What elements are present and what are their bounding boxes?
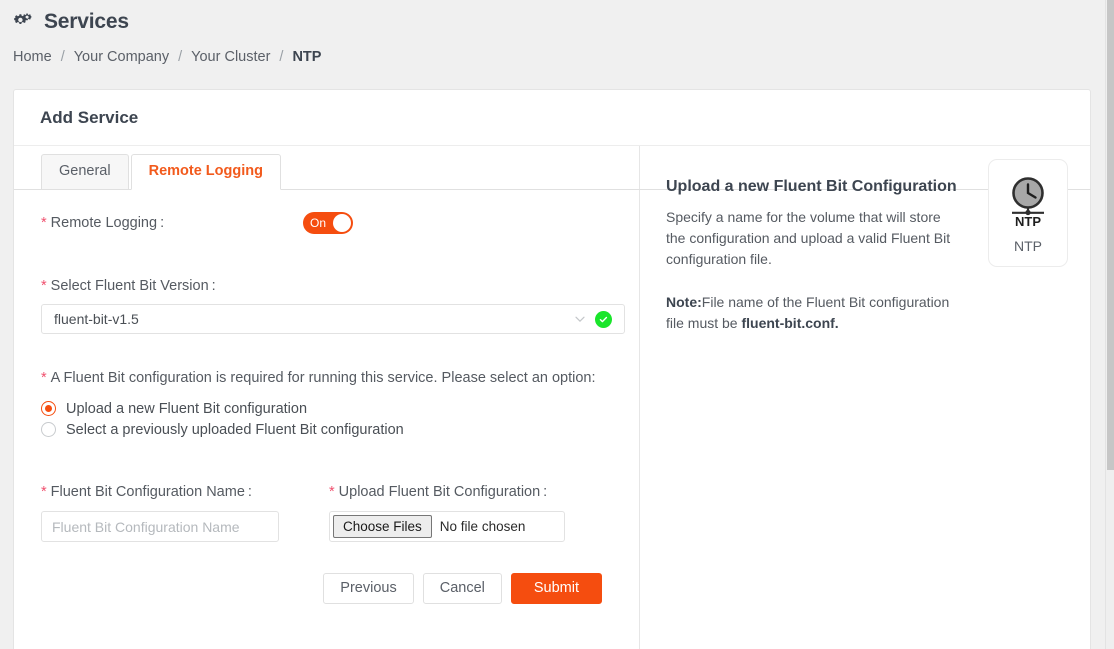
config-fields-row: *Fluent Bit Configuration Name: *Upload … [41, 484, 612, 542]
label-colon: : [211, 278, 216, 294]
add-service-card: Add Service General Remote Logging * Rem… [13, 89, 1091, 649]
config-name-label: * Fluent Bit Configuration Name: [41, 484, 329, 500]
required-asterisk: * [329, 484, 335, 500]
breadcrumb-separator: / [178, 49, 183, 65]
form-column: General Remote Logging * Remote Logging: … [14, 146, 1091, 649]
radio-option-select-existing-label: Select a previously uploaded Fluent Bit … [66, 421, 404, 438]
form-content: * Remote Logging: On * Select Fluent Bit V… [14, 190, 639, 638]
cancel-button[interactable]: Cancel [422, 573, 502, 604]
tab-general-label: General [59, 162, 111, 179]
breadcrumb-item-your-cluster[interactable]: Your Cluster [191, 49, 270, 65]
configuration-option-prompt: * A Fluent Bit configuration is required … [41, 370, 612, 386]
radio-button-unselected-icon[interactable] [41, 422, 56, 437]
card-header: Add Service [14, 90, 1090, 146]
form-actions: Previous Cancel Submit [41, 573, 612, 638]
required-asterisk: * [41, 278, 47, 294]
toggle-state-label: On [310, 216, 327, 230]
config-name-label-text: Fluent Bit Configuration Name [50, 484, 245, 500]
ntp-icon-text: NTP [1015, 214, 1041, 228]
previous-button[interactable]: Previous [323, 573, 414, 604]
submit-button[interactable]: Submit [510, 573, 602, 604]
label-colon: : [160, 215, 165, 231]
radio-option-upload-new-label: Upload a new Fluent Bit configuration [66, 400, 308, 417]
app-page: Services Home / Your Company / Your Clus… [0, 0, 1114, 649]
help-panel: Upload a new Fluent Bit Configuration Sp… [639, 146, 1090, 638]
help-note-label: Note: [666, 293, 702, 310]
gears-icon [13, 10, 37, 32]
help-title: Upload a new Fluent Bit Configuration [666, 178, 957, 195]
fluent-bit-version-label: * Select Fluent Bit Version: [41, 278, 612, 294]
label-colon: : [247, 484, 252, 500]
help-body: Specify a name for the volume that will … [666, 208, 951, 267]
upload-config-block: * Upload Fluent Bit Configuration: Choose… [329, 484, 612, 542]
radio-option-upload-new[interactable]: Upload a new Fluent Bit configuration [41, 398, 612, 419]
fluent-bit-version-value: fluent-bit-v1.5 [54, 311, 139, 327]
required-asterisk: * [41, 215, 47, 231]
chevron-down-icon [574, 313, 586, 325]
config-name-input[interactable] [41, 511, 279, 542]
fluent-bit-version-label-text: Select Fluent Bit Version [50, 278, 209, 294]
file-chosen-status: No file chosen [439, 519, 526, 534]
page-title: Services [44, 9, 129, 33]
upload-config-label: * Upload Fluent Bit Configuration: [329, 484, 612, 500]
remote-logging-label-text: Remote Logging [50, 215, 158, 231]
breadcrumb-item-home[interactable]: Home [13, 49, 52, 65]
service-badge-name: NTP [1014, 238, 1042, 254]
label-colon: : [543, 484, 548, 500]
breadcrumb-item-ntp: NTP [292, 49, 322, 65]
app-header: Services [0, 0, 1114, 42]
tab-general[interactable]: General [41, 153, 129, 190]
remote-logging-row: * Remote Logging: On [41, 210, 612, 236]
configuration-option-prompt-text: A Fluent Bit configuration is required f… [50, 370, 596, 386]
upload-config-label-text: Upload Fluent Bit Configuration [338, 484, 541, 500]
choose-files-button[interactable]: Choose Files [333, 515, 432, 538]
breadcrumb-separator: / [60, 49, 65, 65]
breadcrumb: Home / Your Company / Your Cluster / NTP [0, 42, 1114, 72]
configuration-option-group: Upload a new Fluent Bit configuration Se… [41, 398, 612, 440]
radio-button-selected-icon[interactable] [41, 401, 56, 416]
help-note-filename: fluent-bit.conf. [741, 314, 839, 331]
service-badge-ntp[interactable]: NTP NTP [988, 159, 1068, 267]
remote-logging-toggle[interactable]: On [303, 212, 353, 234]
tab-remote-logging-label: Remote Logging [148, 162, 263, 179]
tab-remote-logging[interactable]: Remote Logging [130, 153, 281, 190]
tab-bar: General Remote Logging [14, 146, 1091, 190]
fluent-bit-version-block: * Select Fluent Bit Version: fluent-bit-v… [41, 278, 625, 334]
help-note: Note:File name of the Fluent Bit configu… [666, 292, 958, 334]
scrollbar-thumb[interactable] [1107, 0, 1114, 470]
fluent-bit-version-select[interactable]: fluent-bit-v1.5 [41, 304, 625, 334]
ntp-clock-icon: NTP [1001, 176, 1055, 229]
remote-logging-label: * Remote Logging: [41, 215, 303, 231]
toggle-knob [333, 214, 351, 232]
breadcrumb-item-your-company[interactable]: Your Company [74, 49, 169, 65]
breadcrumb-separator: / [279, 49, 284, 65]
radio-option-select-existing[interactable]: Select a previously uploaded Fluent Bit … [41, 419, 612, 440]
file-upload-control[interactable]: Choose Files No file chosen [329, 511, 565, 542]
required-asterisk: * [41, 484, 47, 500]
valid-check-icon [595, 310, 612, 328]
required-asterisk: * [41, 370, 47, 386]
page-scrollbar[interactable] [1105, 0, 1114, 649]
card-title: Add Service [40, 107, 139, 127]
card-body: General Remote Logging * Remote Logging: … [14, 146, 1091, 649]
config-name-block: * Fluent Bit Configuration Name: [41, 484, 329, 542]
